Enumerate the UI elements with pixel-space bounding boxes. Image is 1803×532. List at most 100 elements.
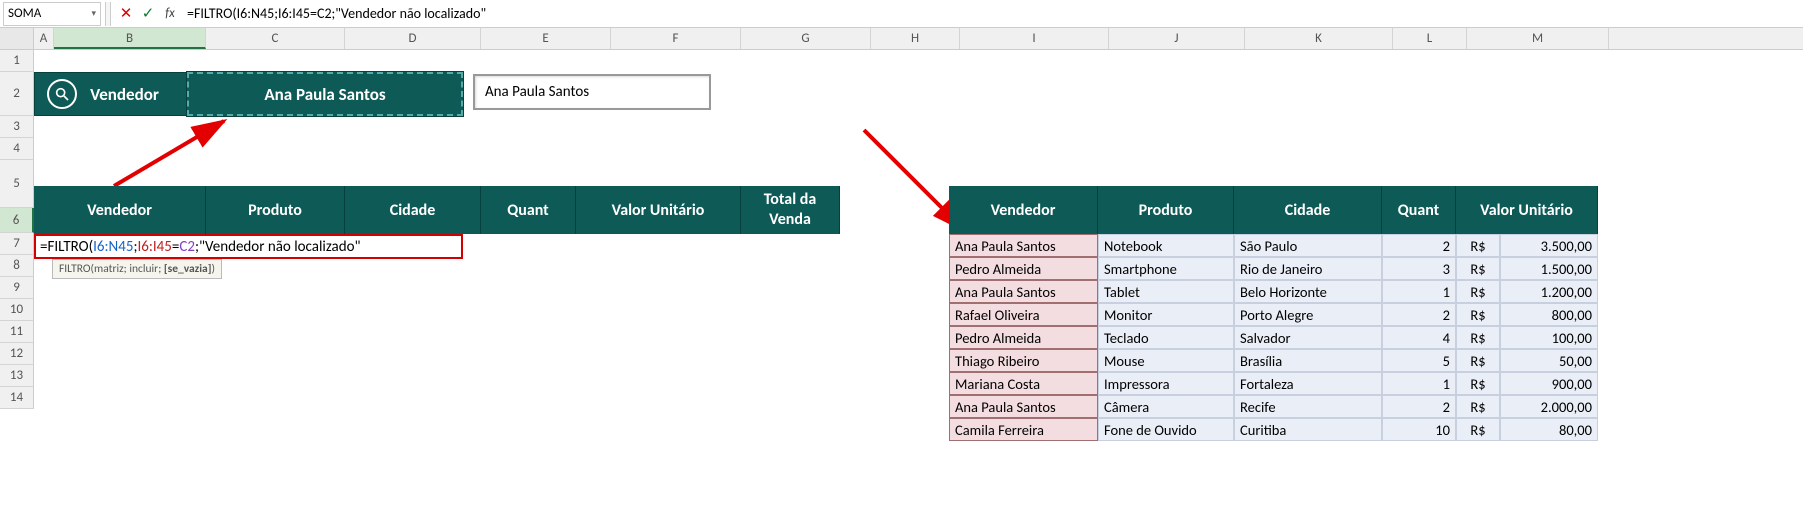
- name-box[interactable]: SOMA ▾: [3, 2, 101, 26]
- table-cell[interactable]: Tablet: [1098, 280, 1234, 303]
- table-cell[interactable]: Pedro Almeida: [949, 257, 1098, 280]
- table-cell[interactable]: 800,00: [1500, 303, 1598, 326]
- row-header-11[interactable]: 11: [0, 321, 34, 343]
- col-header-K[interactable]: K: [1245, 28, 1393, 49]
- table-cell[interactable]: Thiago Ribeiro: [949, 349, 1098, 372]
- table-cell[interactable]: Pedro Almeida: [949, 326, 1098, 349]
- table-cell[interactable]: Monitor: [1098, 303, 1234, 326]
- table-cell[interactable]: 1.500,00: [1500, 257, 1598, 280]
- table-cell[interactable]: 10: [1382, 418, 1456, 441]
- table-cell[interactable]: Mariana Costa: [949, 372, 1098, 395]
- row-header-1[interactable]: 1: [0, 50, 34, 72]
- table-cell[interactable]: Curitiba: [1234, 418, 1382, 441]
- selected-vendor-cell[interactable]: Ana Paula Santos: [187, 72, 463, 116]
- table-cell[interactable]: R$: [1456, 303, 1500, 326]
- table-cell[interactable]: Teclado: [1098, 326, 1234, 349]
- table-cell[interactable]: Ana Paula Santos: [949, 395, 1098, 418]
- table-cell[interactable]: 5: [1382, 349, 1456, 372]
- chevron-down-icon[interactable]: ▾: [91, 8, 96, 19]
- table-cell[interactable]: Salvador: [1234, 326, 1382, 349]
- table-cell[interactable]: Ana Paula Santos: [949, 280, 1098, 303]
- column-headers: A B C D E F G H I J K L M: [0, 28, 1803, 50]
- formula-cell-b6[interactable]: =FILTRO(I6:N45;I6:I45=C2;"Vendedor não l…: [34, 234, 463, 259]
- table-cell[interactable]: R$: [1456, 257, 1500, 280]
- left-header-quant: Quant: [481, 186, 576, 234]
- row-header-13[interactable]: 13: [0, 365, 34, 387]
- table-cell[interactable]: Brasília: [1234, 349, 1382, 372]
- select-all-corner[interactable]: [0, 28, 34, 49]
- col-header-E[interactable]: E: [481, 28, 611, 49]
- table-cell[interactable]: Ana Paula Santos: [949, 234, 1098, 257]
- table-cell[interactable]: R$: [1456, 372, 1500, 395]
- table-cell[interactable]: R$: [1456, 280, 1500, 303]
- row-header-8[interactable]: 8: [0, 255, 34, 277]
- table-cell[interactable]: 80,00: [1500, 418, 1598, 441]
- table-cell[interactable]: Fortaleza: [1234, 372, 1382, 395]
- table-cell[interactable]: Smartphone: [1098, 257, 1234, 280]
- col-header-F[interactable]: F: [611, 28, 741, 49]
- table-cell[interactable]: R$: [1456, 326, 1500, 349]
- fx-icon[interactable]: fx: [159, 2, 181, 26]
- left-header-total: Total da Venda: [741, 186, 840, 234]
- table-cell[interactable]: 2: [1382, 303, 1456, 326]
- table-cell[interactable]: 3: [1382, 257, 1456, 280]
- col-header-A[interactable]: A: [34, 28, 54, 49]
- formula-bar-divider: [105, 2, 111, 26]
- row-header-7[interactable]: 7: [0, 233, 34, 255]
- table-cell[interactable]: Camila Ferreira: [949, 418, 1098, 441]
- col-header-L[interactable]: L: [1393, 28, 1467, 49]
- table-cell[interactable]: 1: [1382, 372, 1456, 395]
- col-header-C[interactable]: C: [206, 28, 345, 49]
- table-cell[interactable]: São Paulo: [1234, 234, 1382, 257]
- table-cell[interactable]: Câmera: [1098, 395, 1234, 418]
- table-cell[interactable]: 900,00: [1500, 372, 1598, 395]
- col-header-I[interactable]: I: [960, 28, 1109, 49]
- table-cell[interactable]: 2: [1382, 395, 1456, 418]
- cancel-icon[interactable]: ✕: [115, 2, 137, 26]
- table-cell[interactable]: 4: [1382, 326, 1456, 349]
- row-header-2[interactable]: 2: [0, 72, 34, 116]
- row-header-6[interactable]: 6: [0, 208, 34, 233]
- row-header-10[interactable]: 10: [0, 299, 34, 321]
- table-cell[interactable]: Impressora: [1098, 372, 1234, 395]
- col-header-D[interactable]: D: [345, 28, 481, 49]
- table-cell[interactable]: 1: [1382, 280, 1456, 303]
- row-header-9[interactable]: 9: [0, 277, 34, 299]
- row-header-5[interactable]: 5: [0, 160, 34, 208]
- right-header-quant: Quant: [1382, 186, 1456, 234]
- table-cell[interactable]: 100,00: [1500, 326, 1598, 349]
- col-header-J[interactable]: J: [1109, 28, 1245, 49]
- col-header-H[interactable]: H: [871, 28, 960, 49]
- formula-input[interactable]: [181, 2, 1803, 26]
- table-cell[interactable]: Porto Alegre: [1234, 303, 1382, 326]
- table-cell[interactable]: Belo Horizonte: [1234, 280, 1382, 303]
- table-cell[interactable]: Rafael Oliveira: [949, 303, 1098, 326]
- table-cell[interactable]: 50,00: [1500, 349, 1598, 372]
- confirm-icon[interactable]: ✓: [137, 2, 159, 26]
- table-cell[interactable]: Fone de Ouvido: [1098, 418, 1234, 441]
- row-header-12[interactable]: 12: [0, 343, 34, 365]
- col-header-B[interactable]: B: [54, 28, 206, 49]
- table-cell[interactable]: 2.000,00: [1500, 395, 1598, 418]
- right-header-cidade: Cidade: [1234, 186, 1382, 234]
- table-cell[interactable]: Notebook: [1098, 234, 1234, 257]
- row-header-3[interactable]: 3: [0, 116, 34, 138]
- row-header-4[interactable]: 4: [0, 138, 34, 160]
- col-header-G[interactable]: G: [741, 28, 871, 49]
- table-cell[interactable]: Rio de Janeiro: [1234, 257, 1382, 280]
- table-cell[interactable]: R$: [1456, 395, 1500, 418]
- spreadsheet-cells[interactable]: Vendedor Ana Paula Santos Ana Paula Sant…: [34, 50, 1803, 409]
- table-cell[interactable]: 2: [1382, 234, 1456, 257]
- table-cell[interactable]: Mouse: [1098, 349, 1234, 372]
- table-cell[interactable]: 3.500,00: [1500, 234, 1598, 257]
- table-cell[interactable]: Recife: [1234, 395, 1382, 418]
- vendedor-label-box: Vendedor: [34, 72, 187, 116]
- row-header-14[interactable]: 14: [0, 387, 34, 409]
- col-header-M[interactable]: M: [1467, 28, 1609, 49]
- table-cell[interactable]: R$: [1456, 234, 1500, 257]
- table-cell[interactable]: R$: [1456, 418, 1500, 441]
- vendor-dropdown-display[interactable]: Ana Paula Santos: [473, 74, 711, 110]
- table-cell[interactable]: R$: [1456, 349, 1500, 372]
- formula-text: =FILTRO(I6:N45;I6:I45=C2;"Vendedor não l…: [40, 238, 361, 256]
- table-cell[interactable]: 1.200,00: [1500, 280, 1598, 303]
